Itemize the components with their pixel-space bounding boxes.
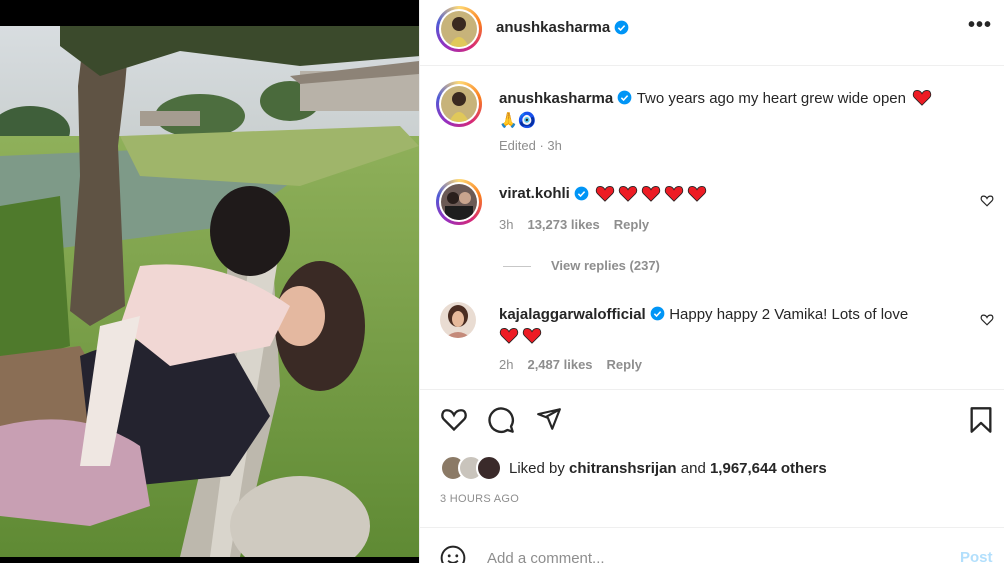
comment-text: Happy happy 2 Vamika! Lots of love (669, 306, 909, 323)
verified-icon (617, 90, 632, 105)
media-letterbox-bottom (0, 557, 419, 563)
comment-hearts (499, 326, 542, 344)
post-photo[interactable] (0, 26, 419, 557)
actions-divider (420, 389, 1004, 390)
post-panel: anushkasharma ••• anushkasharma Two year… (419, 0, 1004, 563)
header-avatar[interactable] (436, 6, 482, 52)
liked-by-user[interactable]: chitranshsrijan (569, 460, 677, 477)
header-divider (420, 65, 1004, 66)
liked-by-prefix: Liked by (509, 460, 565, 477)
view-replies-line (503, 266, 531, 267)
post-time-ago[interactable]: 3 HOURS AGO (440, 493, 519, 505)
caption-avatar[interactable] (436, 81, 482, 127)
comment-box-divider (420, 527, 1004, 528)
red-heart-icon (595, 186, 615, 202)
liked-by-avatars[interactable] (440, 455, 504, 481)
caption-emojis: 🙏🧿 (499, 112, 537, 129)
save-icon[interactable] (969, 406, 993, 434)
media-letterbox-top (0, 0, 419, 26)
caption: anushkasharma Two years ago my heart gre… (499, 88, 969, 132)
comment-like-icon[interactable] (980, 194, 994, 207)
comment-icon[interactable] (487, 406, 515, 434)
caption-text: Two years ago my heart grew wide open (636, 90, 906, 107)
red-heart-icon (664, 186, 684, 202)
post-photo-illustration (0, 26, 419, 557)
red-heart-icon (913, 90, 932, 106)
comment-username[interactable]: kajalaggarwalofficial (499, 306, 646, 323)
comment-body: virat.kohli (499, 184, 707, 202)
verified-icon (650, 306, 665, 321)
comment-body: kajalaggarwalofficial Happy happy 2 Vami… (499, 304, 969, 348)
post-media[interactable] (0, 0, 419, 563)
verified-icon (614, 20, 629, 35)
liked-by-count[interactable]: 1,967,644 others (710, 460, 827, 477)
header-username[interactable]: anushkasharma (496, 19, 610, 36)
liker-avatar (476, 455, 502, 481)
red-heart-icon (499, 328, 519, 344)
caption-meta: Edited · 3h (499, 138, 562, 153)
verified-icon (574, 186, 589, 200)
comment-username[interactable]: virat.kohli (499, 185, 570, 202)
comment-reply-button[interactable]: Reply (614, 217, 649, 232)
comment-time: 3h (499, 217, 514, 232)
red-heart-icon (522, 328, 542, 344)
red-heart-icon (687, 186, 707, 202)
emoji-icon[interactable] (440, 545, 466, 563)
liked-by-text: Liked by chitranshsrijan and 1,967,644 o… (509, 460, 827, 477)
comment-likes[interactable]: 2,487 likes (527, 357, 592, 372)
comment-likes[interactable]: 13,273 likes (527, 217, 599, 232)
comment-time: 2h (499, 357, 514, 372)
header-user[interactable]: anushkasharma (496, 19, 629, 36)
like-icon[interactable] (440, 406, 468, 432)
more-icon[interactable]: ••• (968, 14, 992, 37)
comment-hearts (595, 184, 707, 202)
share-icon[interactable] (535, 406, 563, 432)
liked-by-connector: and (680, 460, 706, 477)
comment-input[interactable] (487, 546, 937, 563)
comment-avatar[interactable] (436, 179, 482, 225)
red-heart-icon (641, 186, 661, 202)
comment-avatar[interactable] (440, 302, 476, 338)
view-replies-button[interactable]: View replies (237) (551, 258, 660, 273)
comment-reply-button[interactable]: Reply (607, 357, 642, 372)
post-button[interactable]: Post (960, 549, 993, 563)
red-heart-icon (618, 186, 638, 202)
comment-like-icon[interactable] (980, 313, 994, 326)
comment-meta: 2h 2,487 likes Reply (499, 357, 642, 372)
comment-meta: 3h 13,273 likes Reply (499, 217, 649, 232)
caption-username[interactable]: anushkasharma (499, 90, 613, 107)
